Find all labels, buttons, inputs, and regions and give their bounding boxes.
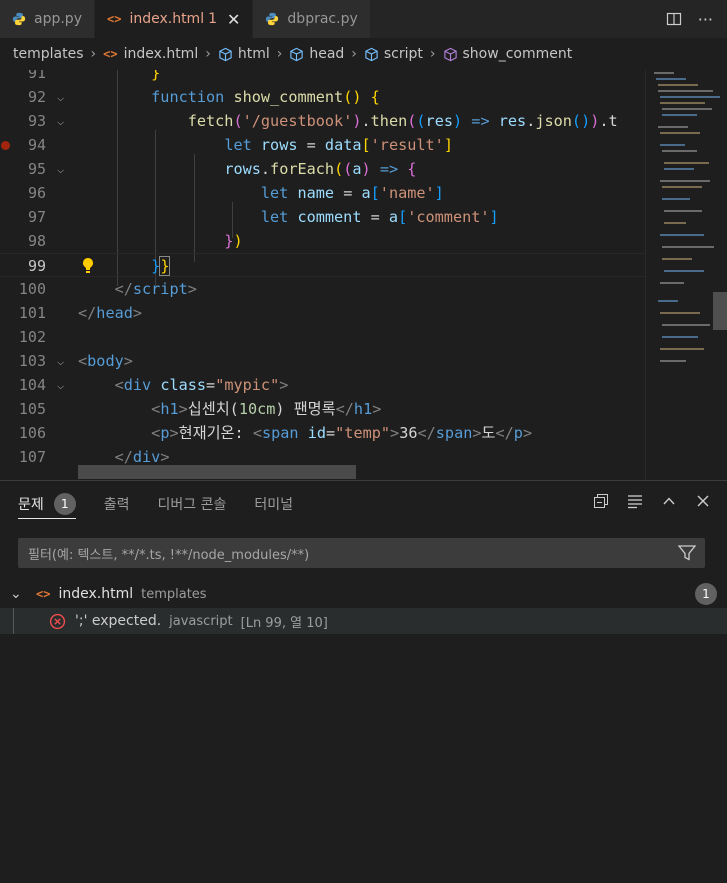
chevron-right-icon: › — [90, 46, 97, 62]
problem-location: [Ln 99, 열 10] — [240, 615, 328, 631]
code-editor[interactable]: 91 } 92 ⌵ function show_comment() { 93 ⌵ f… — [0, 70, 727, 480]
code-line: 102 — [18, 328, 46, 346]
problems-panel: 문제 1 출력 디버그 콘솔 터미널 필터(예: 텍스트, **/*.ts, !*… — [0, 480, 727, 883]
breadcrumb-item-show-comment[interactable]: show_comment — [443, 46, 572, 62]
minimap[interactable] — [645, 70, 727, 480]
symbol-method-icon — [443, 47, 457, 61]
file-problem-count: 1 — [695, 583, 717, 605]
code-line: 95 ⌵ rows.forEach((a) => { — [0, 157, 645, 181]
tab-output[interactable]: 출력 — [104, 481, 130, 527]
chevron-down-icon[interactable]: ⌵ — [57, 373, 64, 397]
problem-item[interactable]: ';' expected. javascript [Ln 99, 열 10] — [0, 608, 727, 634]
problems-file-folder: templates — [141, 586, 207, 602]
symbol-field-icon — [365, 47, 378, 61]
code-line: 101 </head> — [18, 304, 143, 322]
close-icon[interactable]: ✕ — [227, 10, 240, 29]
code-line: 93 ⌵ fetch('/guestbook').then((res) => re… — [0, 109, 645, 133]
problems-file-name: index.html — [58, 586, 134, 602]
chevron-down-icon[interactable]: ⌵ — [57, 349, 64, 373]
chevron-down-icon[interactable]: ⌵ — [57, 157, 64, 181]
editor-tab-bar: app.py <> index.html 1 ✕ dbprac.py ··· — [0, 0, 727, 38]
error-icon — [49, 613, 66, 629]
problems-filter-input[interactable]: 필터(예: 텍스트, **/*.ts, !**/node_modules/**) — [18, 538, 705, 568]
chevron-right-icon: › — [351, 46, 357, 62]
split-editor-icon[interactable] — [666, 11, 682, 27]
problem-count-badge: 1 — [208, 11, 218, 27]
tab-index-html[interactable]: <> index.html 1 ✕ — [94, 0, 254, 38]
collapse-all-icon[interactable] — [593, 493, 609, 509]
current-code-line: 99 }} — [0, 253, 645, 277]
code-line: 94 let rows = data['result'] — [0, 133, 645, 157]
chevron-down-icon[interactable]: ⌄ — [10, 586, 24, 602]
symbol-field-icon — [290, 47, 304, 61]
code-line: 96 let name = a['name'] — [27, 184, 444, 202]
horizontal-scrollbar[interactable] — [78, 465, 356, 479]
more-actions-icon[interactable]: ··· — [698, 10, 713, 29]
code-line: 106 <p>현재기온: <span id="temp">36</span>도<… — [18, 424, 533, 442]
python-icon — [12, 12, 26, 26]
code-line: 100 </script> — [18, 280, 197, 298]
code-line: 103 ⌵ <body> — [0, 349, 645, 373]
code-line: 105 <h1>십센치(10cm) 팬명록</h1> — [18, 400, 382, 418]
code-line: 104 ⌵ <div class="mypic"> — [0, 373, 645, 397]
breadcrumb: templates › <> index.html › html › head ›… — [0, 38, 727, 70]
breadcrumb-item-file[interactable]: <> index.html — [103, 46, 198, 62]
tab-dbprac-py[interactable]: dbprac.py — [253, 0, 371, 38]
code-line: 98 }) — [27, 232, 243, 250]
problem-message: ';' expected. — [75, 613, 162, 629]
code-line: 97 let comment = a['comment'] — [27, 208, 499, 226]
html-icon: <> — [106, 12, 122, 26]
html-icon: <> — [103, 47, 118, 61]
chevron-down-icon[interactable]: ⌵ — [57, 109, 64, 133]
code-line: 92 ⌵ function show_comment() { — [0, 85, 645, 109]
breadcrumb-item-script[interactable]: script — [364, 46, 423, 62]
problems-count-badge: 1 — [53, 493, 76, 515]
symbol-field-icon — [219, 47, 232, 61]
python-icon — [266, 12, 279, 26]
breadcrumb-item-head[interactable]: head — [289, 46, 344, 62]
tab-label: index.html — [129, 11, 205, 27]
close-panel-icon[interactable] — [695, 493, 711, 509]
vertical-scrollbar-thumb[interactable] — [713, 292, 727, 330]
chevron-right-icon: › — [276, 46, 283, 62]
breadcrumb-item-html[interactable]: html — [218, 46, 270, 62]
tab-debug-console[interactable]: 디버그 콘솔 — [158, 481, 227, 527]
tab-app-py[interactable]: app.py — [0, 0, 95, 38]
problem-source: javascript — [169, 613, 233, 629]
problems-file-row[interactable]: ⌄ <> index.html templates 1 — [0, 581, 727, 607]
chevron-right-icon: › — [205, 46, 211, 62]
breadcrumb-item-templates[interactable]: templates — [13, 46, 84, 62]
html-icon: <> — [36, 587, 51, 601]
chevron-down-icon[interactable]: ⌵ — [57, 85, 64, 109]
filter-icon[interactable] — [677, 543, 697, 563]
tab-problems[interactable]: 문제 1 — [18, 481, 76, 527]
tab-label: dbprac.py — [287, 11, 358, 27]
chevron-right-icon: › — [429, 46, 436, 62]
filter-placeholder: 필터(예: 텍스트, **/*.ts, !**/node_modules/**) — [28, 547, 310, 563]
tab-label: app.py — [34, 11, 82, 27]
code-line: 91 } — [27, 70, 161, 82]
maximize-panel-icon[interactable] — [661, 493, 677, 509]
tab-terminal[interactable]: 터미널 — [254, 481, 293, 527]
view-as-list-icon[interactable] — [627, 493, 643, 509]
